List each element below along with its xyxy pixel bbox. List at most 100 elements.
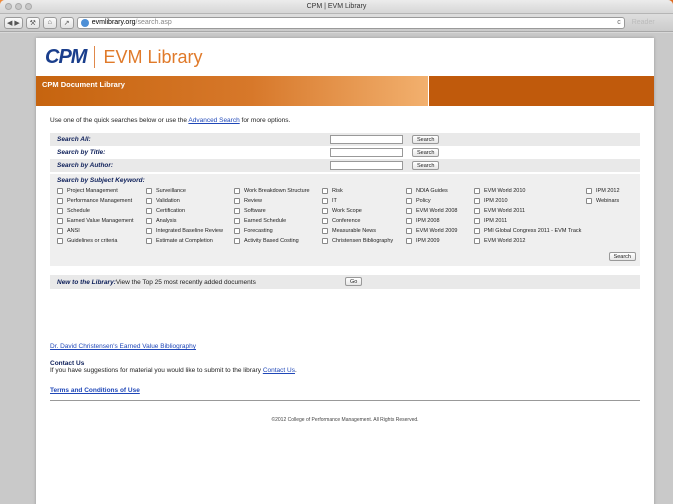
checkbox-icon[interactable] — [322, 198, 328, 204]
keyword-checkbox-item[interactable]: PMI Global Congress 2011 - EVM Track — [474, 226, 581, 236]
checkbox-icon[interactable] — [322, 218, 328, 224]
checkbox-icon[interactable] — [234, 188, 240, 194]
checkbox-icon[interactable] — [474, 228, 480, 234]
keyword-checkbox-item[interactable]: IPM 2010 — [474, 196, 581, 206]
checkbox-icon[interactable] — [234, 198, 240, 204]
checkbox-icon[interactable] — [322, 238, 328, 244]
keyword-checkbox-item[interactable]: Guidelines or criteria — [57, 236, 134, 246]
contact-us-link[interactable]: Contact Us — [263, 367, 295, 374]
checkbox-icon[interactable] — [586, 198, 592, 204]
search-title-input[interactable] — [330, 148, 403, 157]
checkbox-icon[interactable] — [234, 238, 240, 244]
share-icon[interactable]: ↗ — [59, 16, 74, 29]
keyword-checkbox-item[interactable]: Forecasting — [234, 226, 310, 236]
checkbox-icon[interactable] — [234, 218, 240, 224]
reload-icon[interactable]: c — [617, 19, 621, 26]
close-window-icon[interactable] — [5, 3, 12, 10]
keyword-checkbox-item[interactable]: EVM World 2010 — [474, 186, 581, 196]
checkbox-icon[interactable] — [57, 218, 63, 224]
keyword-checkbox-item[interactable]: Surveillance — [146, 186, 223, 196]
checkbox-icon[interactable] — [57, 228, 63, 234]
reader-button[interactable]: Reader — [632, 19, 655, 26]
keyword-checkbox-item[interactable]: Earned Value Management — [57, 216, 134, 226]
search-title-button[interactable]: Search — [412, 148, 440, 157]
checkbox-icon[interactable] — [474, 198, 480, 204]
checkbox-icon[interactable] — [406, 218, 412, 224]
keyword-checkbox-item[interactable]: Integrated Baseline Review — [146, 226, 223, 236]
keyword-checkbox-item[interactable]: Christensen Bibliography — [322, 236, 393, 246]
checkbox-icon[interactable] — [234, 208, 240, 214]
keyword-checkbox-item[interactable]: EVM World 2009 — [406, 226, 457, 236]
checkbox-icon[interactable] — [234, 228, 240, 234]
checkbox-icon[interactable] — [474, 188, 480, 194]
cpm-logo[interactable]: CPM — [45, 46, 87, 69]
keyword-checkbox-item[interactable]: Certification — [146, 206, 223, 216]
keyword-checkbox-item[interactable]: Validation — [146, 196, 223, 206]
checkbox-icon[interactable] — [474, 208, 480, 214]
keyword-checkbox-item[interactable]: Webinars — [586, 196, 620, 206]
keyword-checkbox-item[interactable]: Analysis — [146, 216, 223, 226]
keyword-checkbox-item[interactable]: IT — [322, 196, 393, 206]
checkbox-icon[interactable] — [586, 188, 592, 194]
checkbox-icon[interactable] — [406, 188, 412, 194]
keyword-checkbox-item[interactable]: Performance Management — [57, 196, 134, 206]
search-author-input[interactable] — [330, 161, 403, 170]
checkbox-icon[interactable] — [146, 228, 152, 234]
checkbox-icon[interactable] — [146, 198, 152, 204]
checkbox-icon[interactable] — [57, 208, 63, 214]
go-button[interactable]: Go — [345, 277, 363, 286]
checkbox-icon[interactable] — [146, 208, 152, 214]
search-all-button[interactable]: Search — [412, 135, 440, 144]
terms-link[interactable]: Terms and Conditions of Use — [50, 387, 140, 394]
keyword-checkbox-item[interactable]: EVM World 2011 — [474, 206, 581, 216]
checkbox-icon[interactable] — [322, 208, 328, 214]
checkbox-icon[interactable] — [406, 228, 412, 234]
keyword-checkbox-item[interactable]: Work Scope — [322, 206, 393, 216]
checkbox-icon[interactable] — [406, 208, 412, 214]
zoom-window-icon[interactable] — [25, 3, 32, 10]
address-bar[interactable]: evmlibrary.org/search.asp c — [76, 16, 625, 29]
checkbox-icon[interactable] — [322, 228, 328, 234]
keyword-checkbox-item[interactable]: Activity Based Costing — [234, 236, 310, 246]
evm-library-logo[interactable]: EVM Library — [103, 47, 202, 68]
keyword-checkbox-item[interactable]: EVM World 2008 — [406, 206, 457, 216]
keyword-checkbox-item[interactable]: Risk — [322, 186, 393, 196]
minimize-window-icon[interactable] — [15, 3, 22, 10]
keyword-checkbox-item[interactable]: Policy — [406, 196, 457, 206]
bibliography-link[interactable]: Dr. David Christensen's Earned Value Bib… — [50, 343, 196, 350]
keyword-checkbox-item[interactable]: Review — [234, 196, 310, 206]
keyword-checkbox-item[interactable]: IPM 2008 — [406, 216, 457, 226]
keyword-checkbox-item[interactable]: NDIA Guides — [406, 186, 457, 196]
search-all-input[interactable] — [330, 135, 403, 144]
checkbox-icon[interactable] — [146, 188, 152, 194]
checkbox-icon[interactable] — [406, 198, 412, 204]
checkbox-icon[interactable] — [57, 198, 63, 204]
back-forward-icon[interactable]: ◀ ▶ — [4, 16, 23, 29]
keyword-checkbox-item[interactable]: EVM World 2012 — [474, 236, 581, 246]
checkbox-icon[interactable] — [146, 238, 152, 244]
keyword-checkbox-item[interactable]: Software — [234, 206, 310, 216]
checkbox-icon[interactable] — [322, 188, 328, 194]
keyword-checkbox-item[interactable]: IPM 2011 — [474, 216, 581, 226]
checkbox-icon[interactable] — [146, 218, 152, 224]
checkbox-icon[interactable] — [474, 238, 480, 244]
keyword-checkbox-item[interactable]: Measurable News — [322, 226, 393, 236]
keyword-checkbox-item[interactable]: Work Breakdown Structure — [234, 186, 310, 196]
keyword-checkbox-item[interactable]: Earned Schedule — [234, 216, 310, 226]
keyword-checkbox-item[interactable]: IPM 2012 — [586, 186, 620, 196]
home-icon[interactable]: ⌂ — [42, 16, 57, 29]
keyword-checkbox-item[interactable]: Project Management — [57, 186, 134, 196]
keyword-checkbox-item[interactable]: Schedule — [57, 206, 134, 216]
tools-icon[interactable]: ⚒ — [25, 16, 40, 29]
keyword-search-button[interactable]: Search — [608, 252, 636, 261]
checkbox-icon[interactable] — [406, 238, 412, 244]
keyword-checkbox-item[interactable]: Conference — [322, 216, 393, 226]
search-author-button[interactable]: Search — [412, 161, 440, 170]
keyword-checkbox-item[interactable]: ANSI — [57, 226, 134, 236]
checkbox-icon[interactable] — [474, 218, 480, 224]
keyword-checkbox-item[interactable]: Estimate at Completion — [146, 236, 223, 246]
advanced-search-link[interactable]: Advanced Search — [188, 117, 239, 124]
checkbox-icon[interactable] — [57, 238, 63, 244]
keyword-checkbox-item[interactable]: IPM 2009 — [406, 236, 457, 246]
checkbox-icon[interactable] — [57, 188, 63, 194]
